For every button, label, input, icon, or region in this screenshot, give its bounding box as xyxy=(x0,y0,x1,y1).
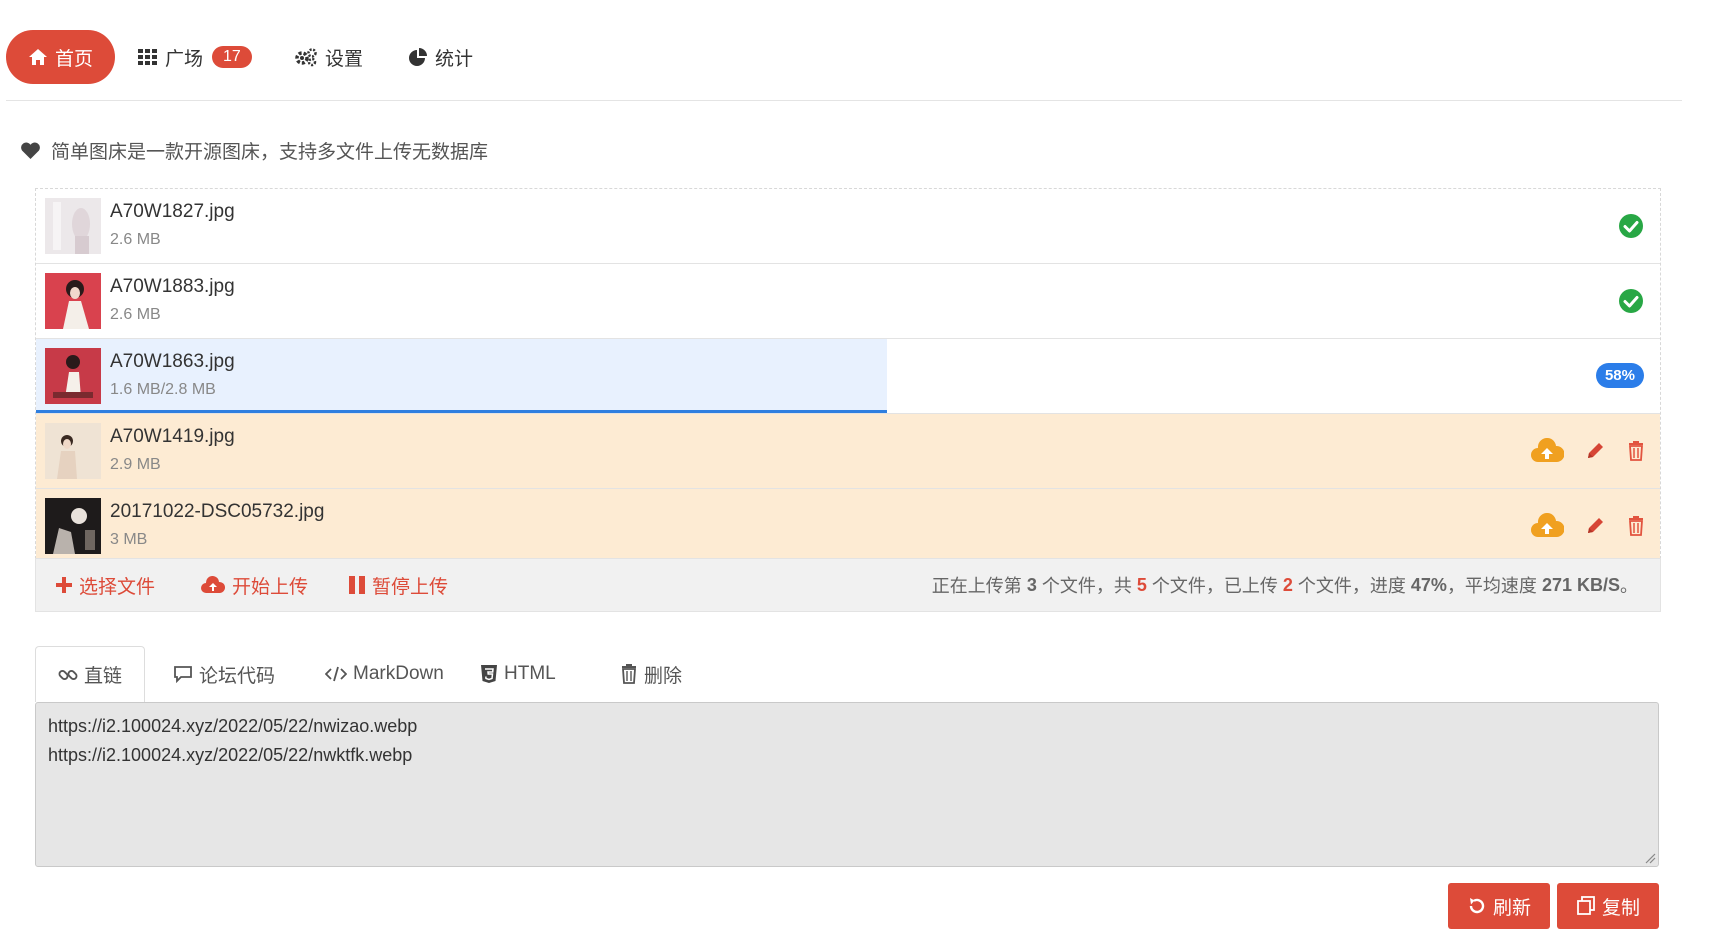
gears-icon xyxy=(294,47,318,67)
list-item: A70W1883.jpg 2.6 MB xyxy=(36,264,1660,339)
nav-settings[interactable]: 设置 xyxy=(294,30,363,84)
file-name: A70W1883.jpg xyxy=(110,276,235,297)
refresh-button[interactable]: 刷新 xyxy=(1448,883,1550,929)
tab-html[interactable]: HTML xyxy=(480,646,556,702)
tab-direct-link[interactable]: 直链 xyxy=(35,646,146,702)
thumbnail xyxy=(45,498,101,554)
link-icon xyxy=(58,665,78,685)
nav-settings-label: 设置 xyxy=(325,48,364,70)
progress-badge-wrap: 58% xyxy=(1595,363,1644,388)
refresh-icon xyxy=(1467,896,1487,916)
pause-icon xyxy=(349,576,365,594)
copy-button[interactable]: 复制 xyxy=(1557,883,1659,929)
refresh-label: 刷新 xyxy=(1492,897,1531,919)
nav-square-label: 广场 xyxy=(165,48,204,70)
output-line: https://i2.100024.xyz/2022/05/22/nwizao.… xyxy=(48,716,418,736)
file-name: 20171022-DSC05732.jpg xyxy=(110,501,325,522)
start-upload-button[interactable]: 开始上传 xyxy=(201,559,308,611)
trash-icon[interactable] xyxy=(1626,515,1646,537)
pencil-icon[interactable] xyxy=(1584,440,1606,462)
html5-icon xyxy=(480,664,498,684)
thumbnail xyxy=(45,423,101,479)
copy-icon xyxy=(1576,896,1596,916)
output-line: https://i2.100024.xyz/2022/05/22/nwktfk.… xyxy=(48,745,413,765)
comment-icon xyxy=(173,665,193,683)
cloud-upload-icon[interactable] xyxy=(1530,513,1564,539)
list-item: 20171022-DSC05732.jpg 3 MB xyxy=(36,489,1660,564)
upload-progress-summary: 正在上传第 3 个文件，共 5 个文件，已上传 2 个文件，进度 47% ，平均速… xyxy=(931,574,1638,597)
nav-stats-label: 统计 xyxy=(435,48,474,70)
select-files-button[interactable]: 选择文件 xyxy=(56,559,155,611)
pause-upload-label: 暂停上传 xyxy=(372,576,449,598)
cloud-upload-icon xyxy=(201,576,225,594)
list-item: A70W1419.jpg 2.9 MB xyxy=(36,414,1660,489)
trash-icon xyxy=(620,664,638,684)
progress-badge: 58% xyxy=(1595,363,1644,388)
success-icon xyxy=(1618,288,1644,314)
tab-markdown-label: MarkDown xyxy=(353,663,444,684)
tab-delete-label: 删除 xyxy=(644,665,683,687)
pencil-icon[interactable] xyxy=(1584,515,1606,537)
upload-list: A70W1827.jpg 2.6 MB A70W1883.jpg 2.6 MB … xyxy=(35,188,1661,564)
intro: 简单图床是一款开源图床，支持多文件上传无数据库 xyxy=(20,137,488,164)
heart-icon xyxy=(20,142,41,160)
pie-chart-icon xyxy=(408,47,428,67)
start-upload-label: 开始上传 xyxy=(232,576,309,598)
row-actions xyxy=(1530,513,1646,539)
top-nav: 首页 广场 17 设置 统计 xyxy=(6,30,1682,101)
list-item: A70W1863.jpg 1.6 MB/2.8 MB 58% xyxy=(36,339,1660,414)
file-size: 2.9 MB xyxy=(110,456,161,473)
resize-handle-icon[interactable] xyxy=(1644,852,1656,864)
notification-badge: 17 xyxy=(212,46,252,68)
file-name: A70W1863.jpg xyxy=(110,351,235,372)
upload-toolbar: 选择文件 开始上传 暂停上传 正在上传第 3 个文件，共 5 个文件，已上传 2… xyxy=(35,558,1661,612)
trash-icon[interactable] xyxy=(1626,440,1646,462)
home-icon xyxy=(28,48,48,66)
file-size: 1.6 MB/2.8 MB xyxy=(110,381,216,398)
cloud-upload-icon[interactable] xyxy=(1530,438,1564,464)
nav-home[interactable]: 首页 xyxy=(6,30,116,84)
nav-home-label: 首页 xyxy=(55,48,94,70)
file-size: 3 MB xyxy=(110,531,148,548)
select-files-label: 选择文件 xyxy=(79,576,156,598)
tab-forum-code-label: 论坛代码 xyxy=(199,665,276,687)
success-icon xyxy=(1618,213,1644,239)
grid-icon xyxy=(138,48,158,66)
list-item: A70W1827.jpg 2.6 MB xyxy=(36,189,1660,264)
thumbnail xyxy=(45,273,101,329)
tab-delete[interactable]: 删除 xyxy=(620,646,682,702)
tab-direct-link-label: 直链 xyxy=(84,666,123,687)
link-output-textarea[interactable]: https://i2.100024.xyz/2022/05/22/nwizao.… xyxy=(35,702,1659,867)
code-icon xyxy=(325,666,347,682)
nav-stats[interactable]: 统计 xyxy=(408,30,473,84)
thumbnail xyxy=(45,348,101,404)
tab-html-label: HTML xyxy=(504,663,556,684)
nav-square[interactable]: 广场 17 xyxy=(138,30,252,84)
plus-icon xyxy=(56,577,72,593)
tab-forum-code[interactable]: 论坛代码 xyxy=(173,646,275,702)
file-name: A70W1827.jpg xyxy=(110,201,235,222)
file-name: A70W1419.jpg xyxy=(110,426,235,447)
tab-markdown[interactable]: MarkDown xyxy=(325,646,444,702)
thumbnail xyxy=(45,198,101,254)
copy-label: 复制 xyxy=(1601,897,1640,919)
intro-text: 简单图床是一款开源图床，支持多文件上传无数据库 xyxy=(51,142,489,163)
file-size: 2.6 MB xyxy=(110,306,161,323)
row-actions xyxy=(1530,438,1646,464)
file-size: 2.6 MB xyxy=(110,231,161,248)
pause-upload-button[interactable]: 暂停上传 xyxy=(349,559,448,611)
output-tabs: 直链 论坛代码 MarkDown HTML 删除 xyxy=(35,646,1659,702)
